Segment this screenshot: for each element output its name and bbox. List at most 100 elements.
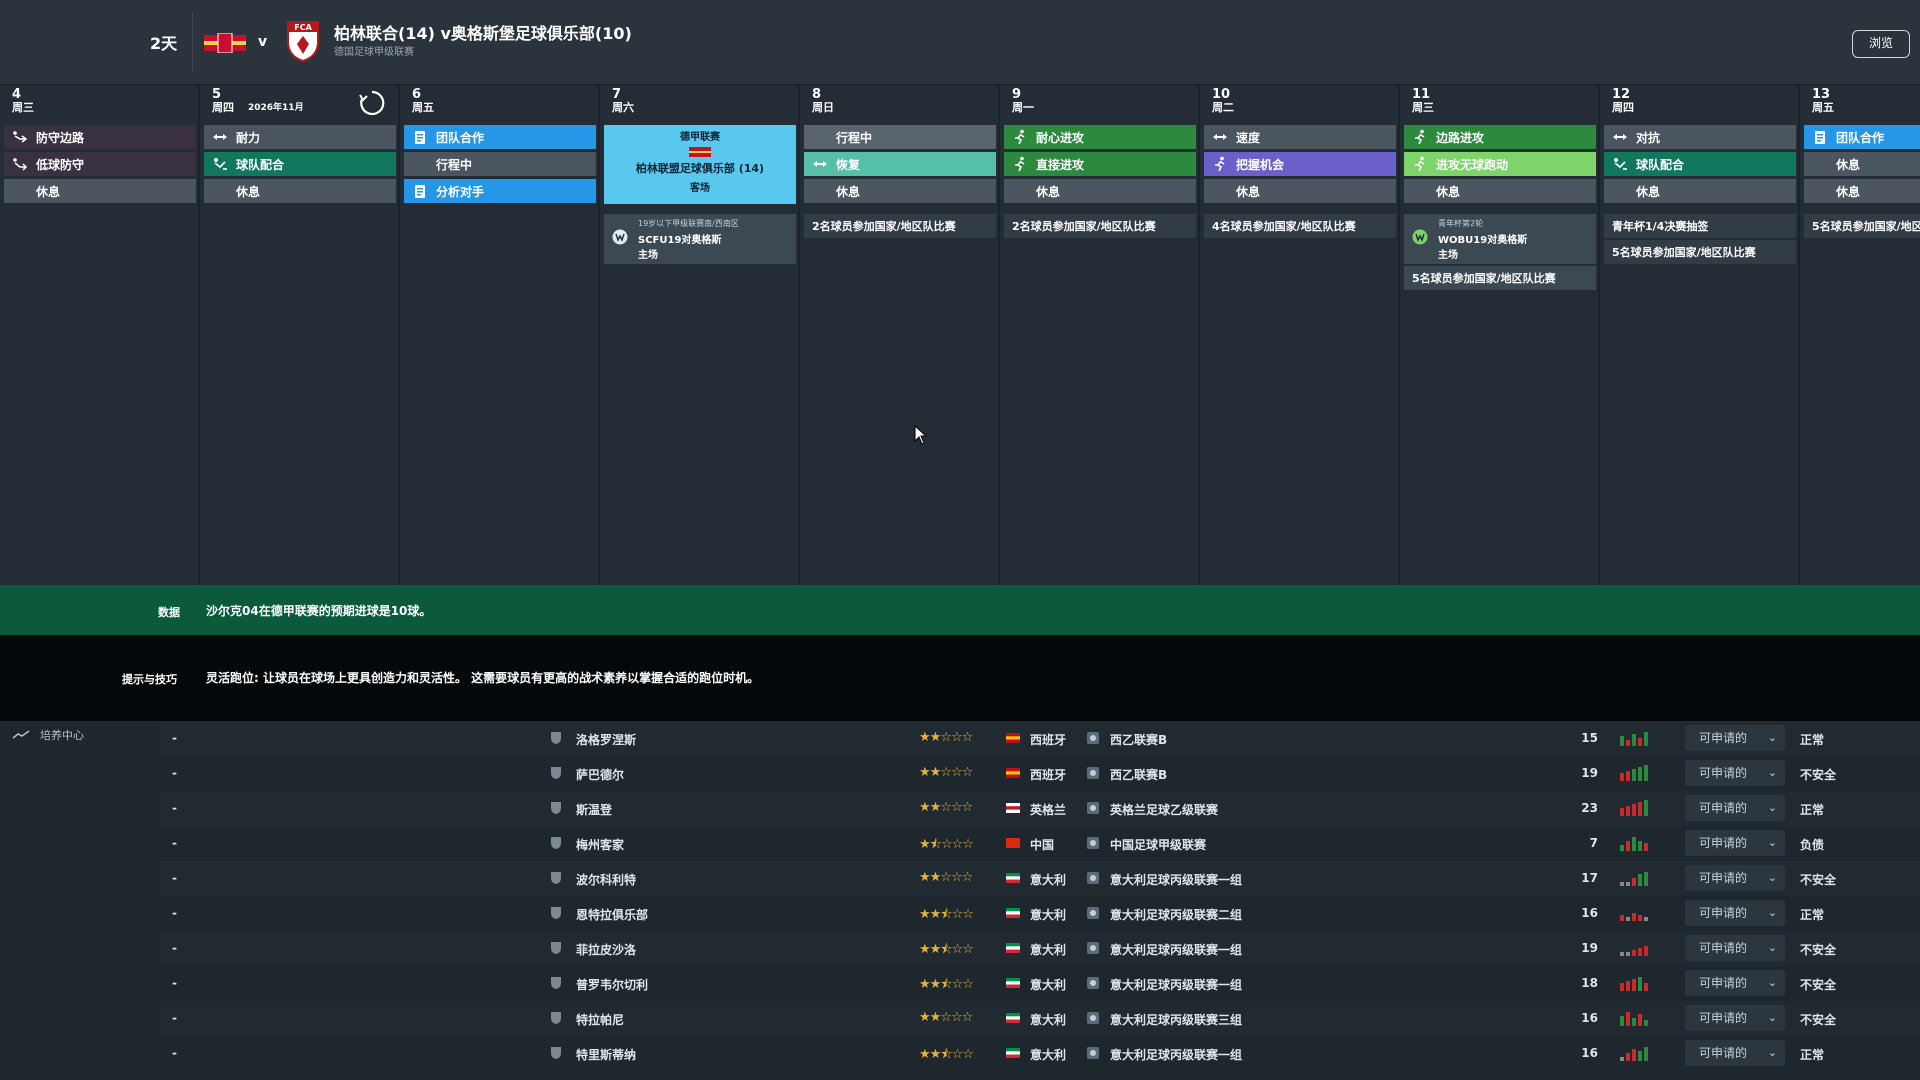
affiliation-dropdown[interactable]: 可申请的 ⌄ [1685, 935, 1785, 961]
club-name[interactable]: 恩特拉俱乐部 [576, 906, 648, 923]
league-name[interactable]: 意大利足球丙级联赛三组 [1110, 1011, 1242, 1028]
affiliation-dropdown[interactable]: 可申请的 ⌄ [1685, 1040, 1785, 1066]
table-row[interactable]: - 斯温登 ★★☆☆☆ 英格兰 英格兰足球乙级联赛 23 可申请的 ⌄ 正常 [160, 791, 1920, 826]
league-name[interactable]: 中国足球甲级联赛 [1110, 836, 1206, 853]
club-name[interactable]: 梅州客家 [576, 836, 624, 853]
table-row[interactable]: - 萨巴德尔 ★★☆☆☆ 西班牙 西乙联赛B 19 可申请的 ⌄ 不安全 [160, 756, 1920, 791]
day-column[interactable]: 5 周四 2026年11月 耐力 球队配合 休息 [200, 85, 400, 585]
league-name[interactable]: 西乙联赛B [1110, 731, 1167, 748]
table-row[interactable]: - 恩特拉俱乐部 ★★⯪☆☆ 意大利 意大利足球丙级联赛二组 16 可申请的 ⌄ 正常 [160, 896, 1920, 931]
club-name[interactable]: 普罗韦尔切利 [576, 976, 648, 993]
training-session-slot[interactable]: 休息 [1804, 152, 1920, 176]
day-header: 11 周三 [1412, 88, 1434, 114]
training-session-slot[interactable]: 休息 [204, 179, 396, 203]
browse-button[interactable]: 浏览 [1852, 30, 1910, 58]
training-session-slot[interactable]: 休息 [1204, 179, 1396, 203]
club-name[interactable]: 洛格罗涅斯 [576, 731, 636, 748]
affiliation-dropdown[interactable]: 可申请的 ⌄ [1685, 760, 1785, 786]
calendar-event[interactable]: 4名球员参加国家/地区队比赛 [1204, 214, 1396, 238]
training-session-slot[interactable]: 耐力 [204, 125, 396, 149]
training-session-slot[interactable]: 球队配合 [204, 152, 396, 176]
club-name[interactable]: 波尔科利特 [576, 871, 636, 888]
league-name[interactable]: 意大利足球丙级联赛一组 [1110, 871, 1242, 888]
match-day-block[interactable]: 德甲联赛 柏林联盟足球俱乐部 (14) 客场 [604, 125, 796, 204]
affiliation-dropdown[interactable]: 可申请的 ⌄ [1685, 970, 1785, 996]
affiliation-dropdown[interactable]: 可申请的 ⌄ [1685, 865, 1785, 891]
training-session-slot[interactable]: 把握机会 [1204, 152, 1396, 176]
table-row[interactable]: - 特里斯蒂纳 ★★⯪☆☆ 意大利 意大利足球丙级联赛一组 16 可申请的 ⌄ 正常 [160, 1036, 1920, 1071]
affiliation-dropdown[interactable]: 可申请的 ⌄ [1685, 830, 1785, 856]
training-session-slot[interactable]: 休息 [4, 179, 196, 203]
day-column[interactable]: 12 周四 对抗 球队配合 休息 青年杯1/4决赛抽签 5名球员参加国家/地区队比赛 [1600, 85, 1800, 585]
training-session-slot[interactable]: 分析对手 [404, 179, 596, 203]
day-column[interactable]: 13周五团队合作休息休息5名球员参加国家/地区队比赛 [1800, 85, 1920, 585]
refresh-icon[interactable] [358, 89, 386, 117]
affiliation-dropdown[interactable]: 可申请的 ⌄ [1685, 725, 1785, 751]
day-column[interactable]: 8 周日 行程中 恢复 休息 2名球员参加国家/地区队比赛 [800, 85, 1000, 585]
day-column[interactable]: 10 周二 速度 把握机会 休息 4名球员参加国家/地区队比赛 [1200, 85, 1400, 585]
league-logo-icon [1087, 767, 1099, 779]
away-team-crest-icon[interactable]: FCA [286, 20, 320, 62]
league-logo-icon [1087, 1047, 1099, 1059]
day-column[interactable]: 9 周一 耐心进攻 直接进攻 休息 2名球员参加国家/地区队比赛 [1000, 85, 1200, 585]
league-name[interactable]: 英格兰足球乙级联赛 [1110, 801, 1218, 818]
training-session-slot[interactable]: 防守边路 [4, 125, 196, 149]
calendar-event[interactable]: 5名球员参加国家/地区队比赛 [1404, 266, 1596, 290]
youth-match-card[interactable]: 19岁以下甲级联赛南/西南区 SCFU19对奥格斯 主场 [604, 214, 796, 264]
training-session-slot[interactable]: 对抗 [1604, 125, 1796, 149]
club-name[interactable]: 特拉帕尼 [576, 1011, 624, 1028]
day-column[interactable]: 7 周六 德甲联赛 柏林联盟足球俱乐部 (14) 客场 19岁以下甲级联赛南/西南区 SCF… [600, 85, 800, 585]
table-row[interactable]: - 洛格罗涅斯 ★★☆☆☆ 西班牙 西乙联赛B 15 可申请的 ⌄ 正常 [160, 721, 1920, 756]
calendar-event[interactable]: 2名球员参加国家/地区队比赛 [1004, 214, 1196, 238]
training-session-slot[interactable]: 团队合作 [1804, 125, 1920, 149]
training-session-slot[interactable]: 休息 [1604, 179, 1796, 203]
training-session-slot[interactable]: 直接进攻 [1004, 152, 1196, 176]
training-session-slot[interactable]: 行程中 [804, 125, 996, 149]
day-column[interactable]: 11 周三边路进攻进攻无球跑动 休息青年杯第2轮 WOBU19对奥格斯 主场 5名球员参加… [1400, 85, 1600, 585]
training-session-slot[interactable]: 球队配合 [1604, 152, 1796, 176]
table-row[interactable]: - 波尔科利特 ★★☆☆☆ 意大利 意大利足球丙级联赛一组 17 可申请的 ⌄ 不安全 [160, 861, 1920, 896]
league-name[interactable]: 意大利足球丙级联赛一组 [1110, 941, 1242, 958]
training-session-slot[interactable]: 团队合作 [404, 125, 596, 149]
day-column[interactable]: 6 周五 团队合作 行程中 分析对手 [400, 85, 600, 585]
training-session-slot[interactable]: 低球防守 [4, 152, 196, 176]
form-bars-icon [1620, 765, 1648, 781]
training-session-slot[interactable]: 边路进攻 [1404, 125, 1596, 149]
affiliation-dropdown[interactable]: 可申请的 ⌄ [1685, 900, 1785, 926]
home-team-crest-icon[interactable] [204, 33, 246, 53]
training-session-slot[interactable]: 休息 [1004, 179, 1196, 203]
table-row[interactable]: - 梅州客家 ★⯪☆☆☆ 中国 中国足球甲级联赛 7 可申请的 ⌄ 负债 [160, 826, 1920, 861]
table-row[interactable]: - 菲拉皮沙洛 ★★⯪☆☆ 意大利 意大利足球丙级联赛一组 19 可申请的 ⌄ 不安全 [160, 931, 1920, 966]
calendar-event[interactable]: 5名球员参加国家/地区队比赛 [1804, 214, 1920, 238]
league-name[interactable]: 意大利足球丙级联赛二组 [1110, 906, 1242, 923]
training-session-slot[interactable]: 休息 [1804, 179, 1920, 203]
dropdown-value: 可申请的 [1699, 871, 1748, 885]
affiliate-club-table: 培养中心 - 洛格罗涅斯 ★★☆☆☆ 西班牙 西乙联赛B 15 可申请的 ⌄ 正常 - 萨巴德尔 ★★… [0, 721, 1920, 1080]
calendar-event[interactable]: 2名球员参加国家/地区队比赛 [804, 214, 996, 238]
league-position: 7 [1589, 836, 1598, 850]
club-name[interactable]: 斯温登 [576, 801, 612, 818]
day-column[interactable]: 4 周三 防守边路 低球防守 休息 [0, 85, 200, 585]
club-name[interactable]: 菲拉皮沙洛 [576, 941, 636, 958]
club-name[interactable]: 萨巴德尔 [576, 766, 624, 783]
league-name[interactable]: 意大利足球丙级联赛一组 [1110, 976, 1242, 993]
training-session-slot[interactable]: 休息 [804, 179, 996, 203]
affiliation-dropdown[interactable]: 可申请的 ⌄ [1685, 795, 1785, 821]
affiliation-dropdown[interactable]: 可申请的 ⌄ [1685, 1005, 1785, 1031]
calendar-event[interactable]: 青年杯1/4决赛抽签 [1604, 214, 1796, 238]
table-row[interactable]: - 普罗韦尔切利 ★★⯪☆☆ 意大利 意大利足球丙级联赛一组 18 可申请的 ⌄ 不安全 [160, 966, 1920, 1001]
table-row[interactable]: - 特拉帕尼 ★★☆☆☆ 意大利 意大利足球丙级联赛三组 16 可申请的 ⌄ 不安全 [160, 1001, 1920, 1036]
calendar-event[interactable]: 5名球员参加国家/地区队比赛 [1604, 240, 1796, 264]
match-title[interactable]: 柏林联合(14) v奥格斯堡足球俱乐部(10) [334, 20, 632, 44]
training-session-slot[interactable]: 进攻无球跑动 [1404, 152, 1596, 176]
training-session-slot[interactable]: 恢复 [804, 152, 996, 176]
training-session-slot[interactable]: 速度 [1204, 125, 1396, 149]
club-name[interactable]: 特里斯蒂纳 [576, 1046, 636, 1063]
training-session-slot[interactable]: 耐心进攻 [1004, 125, 1196, 149]
training-session-slot[interactable]: 行程中 [404, 152, 596, 176]
league-name[interactable]: 西乙联赛B [1110, 766, 1167, 783]
sidebar-item-development-centre[interactable]: 培养中心 [12, 727, 84, 743]
league-name[interactable]: 意大利足球丙级联赛一组 [1110, 1046, 1242, 1063]
youth-match-card[interactable]: 青年杯第2轮 WOBU19对奥格斯 主场 [1404, 214, 1596, 264]
training-session-slot[interactable]: 休息 [1404, 179, 1596, 203]
